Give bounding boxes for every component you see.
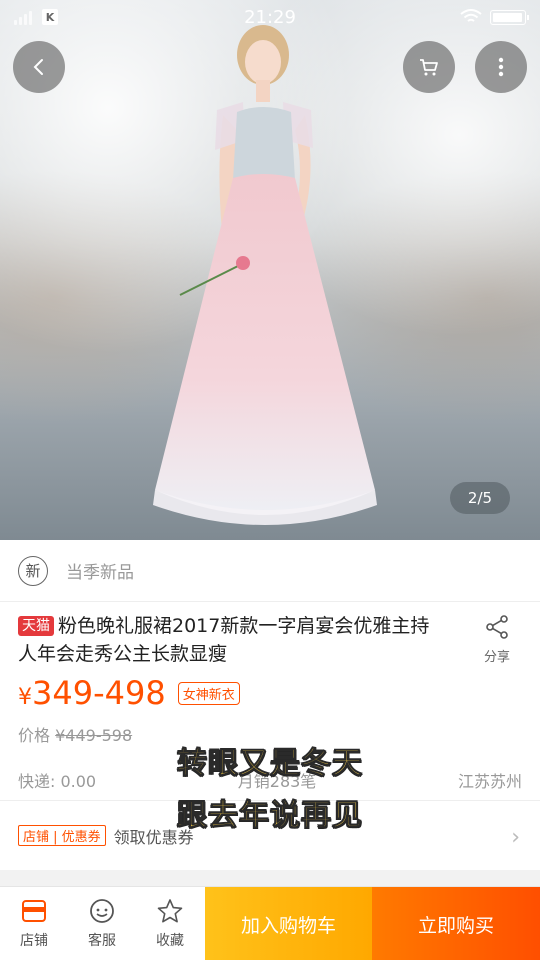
product-title-text: 粉色晚礼服裙2017新款一字肩宴会优雅主持人年会走秀公主长款显瘦 [18, 615, 430, 665]
share-label: 分享 [483, 650, 510, 665]
app-badge: K [42, 9, 58, 25]
bottom-action-bar: 店铺 客服 收藏 加入购物车 立即购买 [0, 886, 540, 960]
add-to-cart-button[interactable]: 加入购物车 [205, 887, 372, 960]
cart-icon [420, 59, 438, 76]
price-value: 349-498 [32, 674, 166, 712]
price-currency: ¥ [18, 685, 32, 710]
favorite-button[interactable]: 收藏 [136, 887, 204, 960]
buy-now-button[interactable]: 立即购买 [372, 887, 540, 960]
cart-button[interactable] [403, 41, 455, 93]
promo-tag: 女神新衣 [177, 681, 240, 705]
customer-service-button[interactable]: 客服 [68, 887, 136, 960]
dress-photo [153, 25, 377, 525]
season-row[interactable]: 新 当季新品 [0, 540, 540, 602]
share-icon [486, 615, 508, 639]
product-image[interactable]: 2/5 [0, 0, 540, 540]
favorite-label: 收藏 [156, 932, 184, 949]
tmall-tag: 天猫 [18, 616, 54, 636]
new-badge-icon: 新 [18, 555, 48, 586]
back-button[interactable] [13, 41, 65, 93]
price: ¥349-498 [18, 674, 166, 712]
share-button[interactable]: 分享 [472, 614, 522, 665]
image-page-indicator: 2/5 [450, 482, 510, 514]
wifi-icon [460, 9, 482, 22]
clock: 21:29 [244, 6, 296, 28]
more-icon [498, 57, 504, 77]
service-icon [90, 898, 114, 923]
back-icon [33, 59, 43, 75]
shop-icon [22, 899, 46, 922]
season-label: 当季新品 [66, 563, 134, 583]
star-icon [157, 898, 183, 922]
caption-line-1: 转眼又是冬天 [177, 746, 363, 782]
shop-label: 店铺 [20, 932, 48, 949]
service-label: 客服 [88, 932, 116, 949]
price-row: ¥349-498 女神新衣 [18, 674, 240, 712]
battery-icon [490, 9, 529, 25]
shop-button[interactable]: 店铺 [0, 887, 68, 960]
more-button[interactable] [475, 41, 527, 93]
status-bar: K 21:29 [0, 0, 540, 34]
caption-line-2: 跟去年说再见 [177, 798, 363, 834]
product-title: 天猫 粉色晚礼服裙2017新款一字肩宴会优雅主持人年会走秀公主长款显瘦 [18, 612, 438, 668]
signal-icon [14, 9, 32, 25]
